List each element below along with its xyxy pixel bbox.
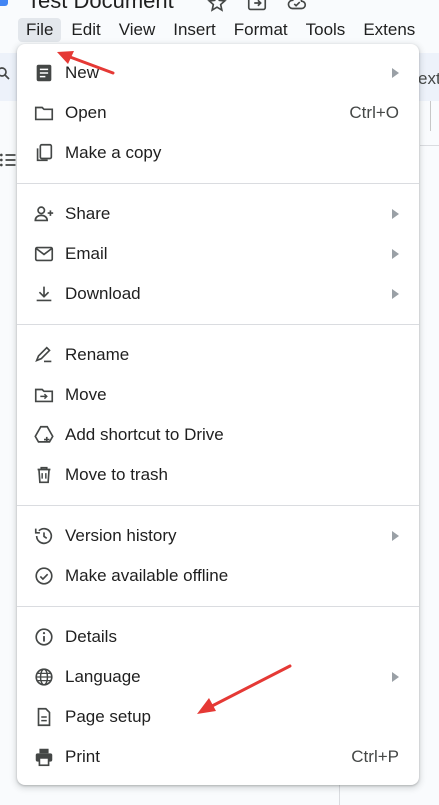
menu-separator bbox=[17, 606, 419, 607]
menu-item-make-available-offline[interactable]: Make available offline bbox=[17, 556, 419, 596]
menu-item-label: Details bbox=[65, 627, 117, 646]
ruler-edge bbox=[430, 101, 431, 131]
submenu-arrow-icon bbox=[392, 672, 399, 682]
shortcut-label: Ctrl+P bbox=[351, 747, 399, 766]
copy-icon bbox=[33, 142, 55, 164]
menu-item-email[interactable]: Email bbox=[17, 234, 419, 274]
menu-item-label: Page setup bbox=[65, 707, 152, 726]
info-icon bbox=[33, 626, 55, 648]
menu-item-label: Open bbox=[65, 103, 107, 122]
menu-item-label: Print bbox=[65, 747, 100, 766]
menu-file[interactable]: File bbox=[18, 18, 62, 42]
menu-item-move-to-trash[interactable]: Move to trash bbox=[17, 455, 419, 495]
mail-icon bbox=[33, 243, 55, 265]
menu-item-label: Make available offline bbox=[65, 566, 229, 585]
history-icon bbox=[33, 525, 55, 547]
title-icons bbox=[206, 0, 308, 14]
menu-item-label: Email bbox=[65, 244, 108, 263]
menu-item-label: New bbox=[65, 63, 100, 82]
menu-item-label: Language bbox=[65, 667, 141, 686]
move-folder-icon bbox=[33, 384, 55, 406]
document-title[interactable]: Test Document bbox=[27, 0, 174, 14]
menu-view[interactable]: View bbox=[111, 18, 164, 42]
menu-item-share[interactable]: Share bbox=[17, 194, 419, 234]
drive-shortcut-icon bbox=[33, 424, 55, 446]
move-to-folder-icon[interactable] bbox=[246, 0, 268, 14]
globe-icon bbox=[33, 666, 55, 688]
page-edge-top bbox=[420, 145, 439, 146]
menu-item-page-setup[interactable]: Page setup bbox=[17, 697, 419, 737]
trash-icon bbox=[33, 464, 55, 486]
cloud-saved-icon[interactable] bbox=[286, 0, 308, 14]
star-icon[interactable] bbox=[206, 0, 228, 14]
offline-icon bbox=[33, 565, 55, 587]
menu-item-rename[interactable]: Rename bbox=[17, 335, 419, 375]
menu-item-label: Add shortcut to Drive bbox=[65, 425, 224, 444]
menu-item-label: Move bbox=[65, 385, 107, 404]
docs-logo[interactable] bbox=[0, 0, 8, 6]
shortcut-label: Ctrl+O bbox=[349, 103, 399, 122]
menu-item-language[interactable]: Language bbox=[17, 657, 419, 697]
submenu-arrow-icon bbox=[392, 249, 399, 259]
menu-tools[interactable]: Tools bbox=[298, 18, 354, 42]
menu-insert[interactable]: Insert bbox=[165, 18, 224, 42]
rename-icon bbox=[33, 344, 55, 366]
menu-item-make-a-copy[interactable]: Make a copy bbox=[17, 133, 419, 173]
menu-item-version-history[interactable]: Version history bbox=[17, 516, 419, 556]
menu-item-move[interactable]: Move bbox=[17, 375, 419, 415]
menu-separator bbox=[17, 183, 419, 184]
folder-icon bbox=[33, 102, 55, 124]
menu-item-label: Download bbox=[65, 284, 141, 303]
menu-item-details[interactable]: Details bbox=[17, 617, 419, 657]
menu-item-open[interactable]: Open Ctrl+O bbox=[17, 93, 419, 133]
menu-item-add-shortcut[interactable]: Add shortcut to Drive bbox=[17, 415, 419, 455]
doc-icon bbox=[33, 62, 55, 84]
download-icon bbox=[33, 283, 55, 305]
menu-item-label: Version history bbox=[65, 526, 177, 545]
menu-edit[interactable]: Edit bbox=[63, 18, 108, 42]
person-add-icon bbox=[33, 203, 55, 225]
print-icon bbox=[33, 746, 55, 768]
menu-item-print[interactable]: Print Ctrl+P bbox=[17, 737, 419, 777]
menu-separator bbox=[17, 324, 419, 325]
menu-extensions[interactable]: Extens bbox=[355, 18, 423, 42]
menu-item-label: Rename bbox=[65, 345, 130, 364]
menu-format[interactable]: Format bbox=[226, 18, 296, 42]
submenu-arrow-icon bbox=[392, 68, 399, 78]
submenu-arrow-icon bbox=[392, 289, 399, 299]
submenu-arrow-icon bbox=[392, 531, 399, 541]
submenu-arrow-icon bbox=[392, 209, 399, 219]
page-setup-icon bbox=[33, 706, 55, 728]
toolbar-text-style[interactable]: ext bbox=[418, 69, 439, 89]
outline-icon[interactable] bbox=[0, 150, 18, 170]
menu-item-new[interactable]: New bbox=[17, 53, 419, 93]
menu-item-download[interactable]: Download bbox=[17, 274, 419, 314]
menu-item-label: Move to trash bbox=[65, 465, 168, 484]
menu-item-label: Share bbox=[65, 204, 111, 223]
menubar: File Edit View Insert Format Tools Exten… bbox=[0, 16, 425, 44]
search-menus-icon[interactable] bbox=[0, 66, 12, 82]
menu-separator bbox=[17, 505, 419, 506]
file-menu: New Open Ctrl+O Make a copy Share Email bbox=[17, 44, 419, 785]
menu-item-label: Make a copy bbox=[65, 143, 162, 162]
